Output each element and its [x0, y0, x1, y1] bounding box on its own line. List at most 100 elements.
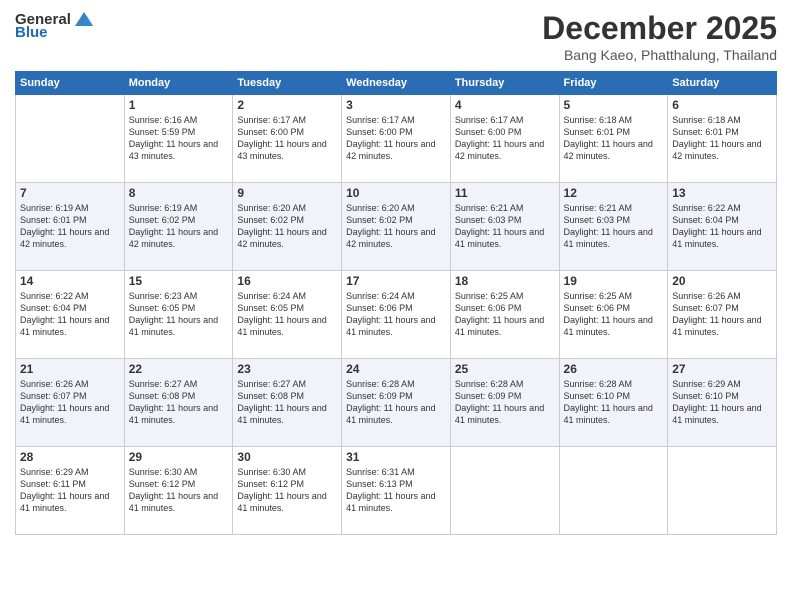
calendar-cell: 6 Sunrise: 6:18 AM Sunset: 6:01 PM Daylig… [668, 95, 777, 183]
day-number: 29 [129, 450, 229, 464]
calendar-cell: 27Sunrise: 6:29 AM Sunset: 6:10 PM Dayli… [668, 359, 777, 447]
weekday-header-monday: Monday [124, 72, 233, 95]
week-row-1: 1 Sunrise: 6:16 AM Sunset: 5:59 PM Daylig… [16, 95, 777, 183]
calendar-cell: 4 Sunrise: 6:17 AM Sunset: 6:00 PM Daylig… [450, 95, 559, 183]
day-number: 20 [672, 274, 772, 288]
weekday-header-saturday: Saturday [668, 72, 777, 95]
calendar-cell: 5 Sunrise: 6:18 AM Sunset: 6:01 PM Daylig… [559, 95, 668, 183]
day-info: Sunrise: 6:28 AM Sunset: 6:10 PM Dayligh… [564, 378, 664, 427]
calendar-cell: 11 Sunrise: 6:21 AM Sunset: 6:03 PM Dayli… [450, 183, 559, 271]
calendar-cell: 20 Sunrise: 6:26 AM Sunset: 6:07 PM Dayli… [668, 271, 777, 359]
day-number: 8 [129, 186, 229, 200]
calendar-cell: 23 Sunrise: 6:27 AM Sunset: 6:08 PM Dayli… [233, 359, 342, 447]
page: General Blue December 2025 Bang Kaeo, Ph… [0, 0, 792, 612]
day-number: 5 [564, 98, 664, 112]
week-row-3: 14 Sunrise: 6:22 AM Sunset: 6:04 PM Dayli… [16, 271, 777, 359]
day-info: Sunrise: 6:29 AM Sunset: 6:11 PM Dayligh… [20, 466, 120, 515]
day-info: Sunrise: 6:16 AM Sunset: 5:59 PM Dayligh… [129, 114, 229, 163]
day-number: 16 [237, 274, 337, 288]
day-info: Sunrise: 6:23 AM Sunset: 6:05 PM Dayligh… [129, 290, 229, 339]
day-info: Sunrise: 6:28 AM Sunset: 6:09 PM Dayligh… [346, 378, 446, 427]
week-row-5: 28Sunrise: 6:29 AM Sunset: 6:11 PM Dayli… [16, 447, 777, 535]
day-info: Sunrise: 6:17 AM Sunset: 6:00 PM Dayligh… [455, 114, 555, 163]
logo-blue: Blue [15, 24, 48, 41]
day-number: 13 [672, 186, 772, 200]
day-number: 25 [455, 362, 555, 376]
day-info: Sunrise: 6:28 AM Sunset: 6:09 PM Dayligh… [455, 378, 555, 427]
calendar-cell: 18Sunrise: 6:25 AM Sunset: 6:06 PM Dayli… [450, 271, 559, 359]
day-number: 21 [20, 362, 120, 376]
calendar-cell: 25 Sunrise: 6:28 AM Sunset: 6:09 PM Dayli… [450, 359, 559, 447]
day-info: Sunrise: 6:24 AM Sunset: 6:06 PM Dayligh… [346, 290, 446, 339]
calendar-cell: 15 Sunrise: 6:23 AM Sunset: 6:05 PM Dayli… [124, 271, 233, 359]
weekday-header-tuesday: Tuesday [233, 72, 342, 95]
location-title: Bang Kaeo, Phatthalung, Thailand [542, 47, 777, 63]
calendar-cell [16, 95, 125, 183]
day-info: Sunrise: 6:19 AM Sunset: 6:02 PM Dayligh… [129, 202, 229, 251]
day-number: 4 [455, 98, 555, 112]
week-row-2: 7 Sunrise: 6:19 AM Sunset: 6:01 PM Daylig… [16, 183, 777, 271]
day-info: Sunrise: 6:18 AM Sunset: 6:01 PM Dayligh… [672, 114, 772, 163]
calendar-cell: 8 Sunrise: 6:19 AM Sunset: 6:02 PM Daylig… [124, 183, 233, 271]
day-number: 17 [346, 274, 446, 288]
calendar-cell: 2Sunrise: 6:17 AM Sunset: 6:00 PM Daylig… [233, 95, 342, 183]
day-number: 3 [346, 98, 446, 112]
calendar-cell: 1 Sunrise: 6:16 AM Sunset: 5:59 PM Daylig… [124, 95, 233, 183]
day-number: 23 [237, 362, 337, 376]
calendar-cell: 29 Sunrise: 6:30 AM Sunset: 6:12 PM Dayli… [124, 447, 233, 535]
calendar-cell [559, 447, 668, 535]
day-number: 15 [129, 274, 229, 288]
calendar-cell: 19Sunrise: 6:25 AM Sunset: 6:06 PM Dayli… [559, 271, 668, 359]
day-number: 1 [129, 98, 229, 112]
day-info: Sunrise: 6:21 AM Sunset: 6:03 PM Dayligh… [455, 202, 555, 251]
week-row-4: 21 Sunrise: 6:26 AM Sunset: 6:07 PM Dayli… [16, 359, 777, 447]
day-info: Sunrise: 6:20 AM Sunset: 6:02 PM Dayligh… [346, 202, 446, 251]
day-number: 30 [237, 450, 337, 464]
calendar-cell: 26 Sunrise: 6:28 AM Sunset: 6:10 PM Dayli… [559, 359, 668, 447]
header: General Blue December 2025 Bang Kaeo, Ph… [15, 10, 777, 63]
day-info: Sunrise: 6:19 AM Sunset: 6:01 PM Dayligh… [20, 202, 120, 251]
month-title: December 2025 [542, 10, 777, 47]
weekday-header-thursday: Thursday [450, 72, 559, 95]
day-info: Sunrise: 6:18 AM Sunset: 6:01 PM Dayligh… [564, 114, 664, 163]
day-info: Sunrise: 6:24 AM Sunset: 6:05 PM Dayligh… [237, 290, 337, 339]
day-number: 9 [237, 186, 337, 200]
day-info: Sunrise: 6:25 AM Sunset: 6:06 PM Dayligh… [564, 290, 664, 339]
weekday-header-sunday: Sunday [16, 72, 125, 95]
calendar-cell: 7 Sunrise: 6:19 AM Sunset: 6:01 PM Daylig… [16, 183, 125, 271]
logo-icon [73, 10, 95, 28]
weekday-header-wednesday: Wednesday [342, 72, 451, 95]
day-info: Sunrise: 6:17 AM Sunset: 6:00 PM Dayligh… [346, 114, 446, 163]
day-number: 12 [564, 186, 664, 200]
day-info: Sunrise: 6:26 AM Sunset: 6:07 PM Dayligh… [20, 378, 120, 427]
day-number: 24 [346, 362, 446, 376]
day-number: 22 [129, 362, 229, 376]
day-info: Sunrise: 6:22 AM Sunset: 6:04 PM Dayligh… [20, 290, 120, 339]
day-number: 26 [564, 362, 664, 376]
day-info: Sunrise: 6:27 AM Sunset: 6:08 PM Dayligh… [237, 378, 337, 427]
day-info: Sunrise: 6:21 AM Sunset: 6:03 PM Dayligh… [564, 202, 664, 251]
day-info: Sunrise: 6:29 AM Sunset: 6:10 PM Dayligh… [672, 378, 772, 427]
weekday-header-row: SundayMondayTuesdayWednesdayThursdayFrid… [16, 72, 777, 95]
day-info: Sunrise: 6:22 AM Sunset: 6:04 PM Dayligh… [672, 202, 772, 251]
day-number: 11 [455, 186, 555, 200]
calendar-cell: 28Sunrise: 6:29 AM Sunset: 6:11 PM Dayli… [16, 447, 125, 535]
calendar-cell: 16 Sunrise: 6:24 AM Sunset: 6:05 PM Dayli… [233, 271, 342, 359]
day-info: Sunrise: 6:27 AM Sunset: 6:08 PM Dayligh… [129, 378, 229, 427]
day-number: 6 [672, 98, 772, 112]
calendar-cell: 9Sunrise: 6:20 AM Sunset: 6:02 PM Daylig… [233, 183, 342, 271]
day-info: Sunrise: 6:30 AM Sunset: 6:12 PM Dayligh… [129, 466, 229, 515]
calendar-cell: 31Sunrise: 6:31 AM Sunset: 6:13 PM Dayli… [342, 447, 451, 535]
day-info: Sunrise: 6:26 AM Sunset: 6:07 PM Dayligh… [672, 290, 772, 339]
day-number: 14 [20, 274, 120, 288]
day-info: Sunrise: 6:25 AM Sunset: 6:06 PM Dayligh… [455, 290, 555, 339]
day-info: Sunrise: 6:31 AM Sunset: 6:13 PM Dayligh… [346, 466, 446, 515]
calendar-cell: 12 Sunrise: 6:21 AM Sunset: 6:03 PM Dayli… [559, 183, 668, 271]
calendar-cell: 24 Sunrise: 6:28 AM Sunset: 6:09 PM Dayli… [342, 359, 451, 447]
calendar-cell: 3 Sunrise: 6:17 AM Sunset: 6:00 PM Daylig… [342, 95, 451, 183]
day-info: Sunrise: 6:30 AM Sunset: 6:12 PM Dayligh… [237, 466, 337, 515]
calendar-cell [668, 447, 777, 535]
calendar-cell [450, 447, 559, 535]
day-number: 7 [20, 186, 120, 200]
calendar-cell: 17 Sunrise: 6:24 AM Sunset: 6:06 PM Dayli… [342, 271, 451, 359]
